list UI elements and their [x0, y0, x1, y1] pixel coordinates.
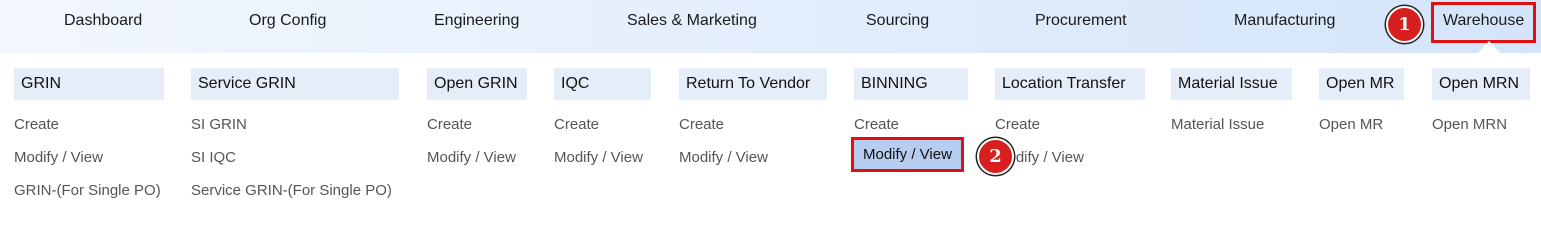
link-rtv-create[interactable]: Create	[679, 116, 724, 133]
menu-head-material-issue[interactable]: Material Issue	[1171, 68, 1292, 100]
link-location-transfer-create[interactable]: Create	[995, 116, 1040, 133]
nav-engineering[interactable]: Engineering	[434, 0, 519, 42]
nav-sales-marketing[interactable]: Sales & Marketing	[627, 0, 757, 42]
link-open-grin-modify-view[interactable]: Modify / View	[427, 149, 516, 166]
menu-col-material-issue: Material Issue	[1171, 68, 1292, 100]
menu-col-open-mr: Open MR	[1319, 68, 1404, 100]
menu-col-binning: BINNING	[854, 68, 968, 100]
nav-warehouse[interactable]: Warehouse	[1431, 2, 1537, 43]
menu-head-return-to-vendor[interactable]: Return To Vendor	[679, 68, 827, 100]
menu-col-iqc: IQC	[554, 68, 651, 100]
menu-col-location-transfer: Location Transfer	[995, 68, 1145, 100]
menu-head-open-grin[interactable]: Open GRIN	[427, 68, 527, 100]
link-si-grin[interactable]: SI GRIN	[191, 116, 247, 133]
menu-head-open-mr[interactable]: Open MR	[1319, 68, 1404, 100]
link-binning-create[interactable]: Create	[854, 116, 899, 133]
link-grin-single-po[interactable]: GRIN-(For Single PO)	[14, 182, 161, 199]
link-grin-modify-view[interactable]: Modify / View	[14, 149, 103, 166]
nav-procurement[interactable]: Procurement	[1035, 0, 1127, 42]
menu-head-grin[interactable]: GRIN	[14, 68, 164, 100]
link-open-grin-create[interactable]: Create	[427, 116, 472, 133]
menu-head-iqc[interactable]: IQC	[554, 68, 651, 100]
menu-col-open-mrn: Open MRN	[1432, 68, 1530, 100]
menu-col-open-grin: Open GRIN	[427, 68, 527, 100]
annotation-badge-1: 1	[1386, 6, 1423, 43]
menu-col-return-to-vendor: Return To Vendor	[679, 68, 827, 100]
link-rtv-modify-view[interactable]: Modify / View	[679, 149, 768, 166]
link-iqc-modify-view[interactable]: Modify / View	[554, 149, 643, 166]
top-nav: Dashboard Org Config Engineering Sales &…	[0, 0, 1541, 53]
link-grin-create[interactable]: Create	[14, 116, 59, 133]
nav-org-config[interactable]: Org Config	[249, 0, 326, 42]
link-binning-modify-view[interactable]: Modify / View	[851, 137, 964, 172]
nav-sourcing[interactable]: Sourcing	[866, 0, 929, 42]
menu-head-binning[interactable]: BINNING	[854, 68, 968, 100]
menu-col-service-grin: Service GRIN	[191, 68, 399, 100]
nav-manufacturing[interactable]: Manufacturing	[1234, 0, 1335, 42]
link-open-mrn[interactable]: Open MRN	[1432, 116, 1507, 133]
link-material-issue[interactable]: Material Issue	[1171, 116, 1264, 133]
nav-dashboard[interactable]: Dashboard	[64, 0, 142, 42]
link-service-grin-single-po[interactable]: Service GRIN-(For Single PO)	[191, 182, 392, 199]
dropdown-caret-icon	[1478, 41, 1500, 53]
menu-head-service-grin[interactable]: Service GRIN	[191, 68, 399, 100]
annotation-badge-2: 2	[977, 138, 1014, 175]
menu-head-open-mrn[interactable]: Open MRN	[1432, 68, 1530, 100]
link-si-iqc[interactable]: SI IQC	[191, 149, 236, 166]
link-open-mr[interactable]: Open MR	[1319, 116, 1383, 133]
link-iqc-create[interactable]: Create	[554, 116, 599, 133]
menu-col-grin: GRIN	[14, 68, 164, 100]
menu-head-location-transfer[interactable]: Location Transfer	[995, 68, 1145, 100]
